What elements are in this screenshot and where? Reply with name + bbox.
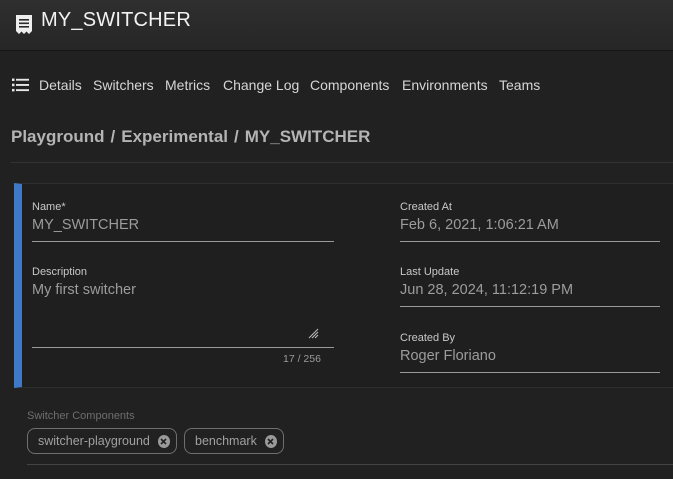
remove-chip-icon[interactable] (157, 434, 170, 448)
created-at-underline (400, 241, 660, 242)
tab-metrics[interactable]: Metrics (165, 77, 210, 93)
name-label: Name* (32, 201, 66, 213)
components-label: Switcher Components (27, 410, 135, 422)
tab-teams[interactable]: Teams (499, 77, 540, 93)
menu-icon[interactable] (12, 78, 29, 92)
tab-components[interactable]: Components (310, 77, 389, 93)
created-by-value: Roger Floriano (400, 348, 496, 364)
component-chip: benchmark (184, 428, 284, 454)
name-field-underline (32, 241, 334, 242)
breadcrumb-item[interactable]: Experimental (121, 127, 228, 146)
divider (11, 162, 673, 163)
last-update-label: Last Update (400, 266, 460, 278)
chip-label: benchmark (195, 434, 257, 448)
document-icon (16, 15, 32, 34)
tab-change-log[interactable]: Change Log (223, 77, 299, 93)
breadcrumb-separator: / (110, 127, 116, 146)
created-at-label: Created At (400, 201, 452, 213)
name-field[interactable]: MY_SWITCHER (32, 217, 139, 233)
tab-details[interactable]: Details (39, 77, 82, 93)
components-underline (27, 464, 673, 465)
page-header-title: MY_SWITCHER (41, 9, 191, 31)
breadcrumb-item[interactable]: Playground (11, 127, 105, 146)
breadcrumb: Playground / Experimental / MY_SWITCHER (11, 127, 370, 147)
last-update-value: Jun 28, 2024, 11:12:19 PM (400, 282, 574, 298)
breadcrumb-current: MY_SWITCHER (244, 127, 371, 146)
description-field[interactable]: My first switcher (32, 282, 136, 298)
resize-handle-icon[interactable] (308, 328, 319, 339)
created-by-underline (400, 372, 660, 373)
description-label: Description (32, 266, 88, 278)
component-chip: switcher-playground (27, 428, 177, 454)
remove-chip-icon[interactable] (264, 434, 277, 448)
tab-environments[interactable]: Environments (402, 77, 488, 93)
description-field-underline (32, 347, 334, 348)
breadcrumb-separator: / (234, 127, 239, 146)
tab-switchers[interactable]: Switchers (93, 77, 154, 93)
app-header: MY_SWITCHER (0, 0, 673, 51)
chip-label: switcher-playground (38, 434, 150, 448)
character-counter: 17 / 256 (283, 353, 321, 365)
last-update-underline (400, 306, 660, 307)
created-by-label: Created By (400, 332, 456, 344)
created-at-value: Feb 6, 2021, 1:06:21 AM (400, 217, 559, 233)
